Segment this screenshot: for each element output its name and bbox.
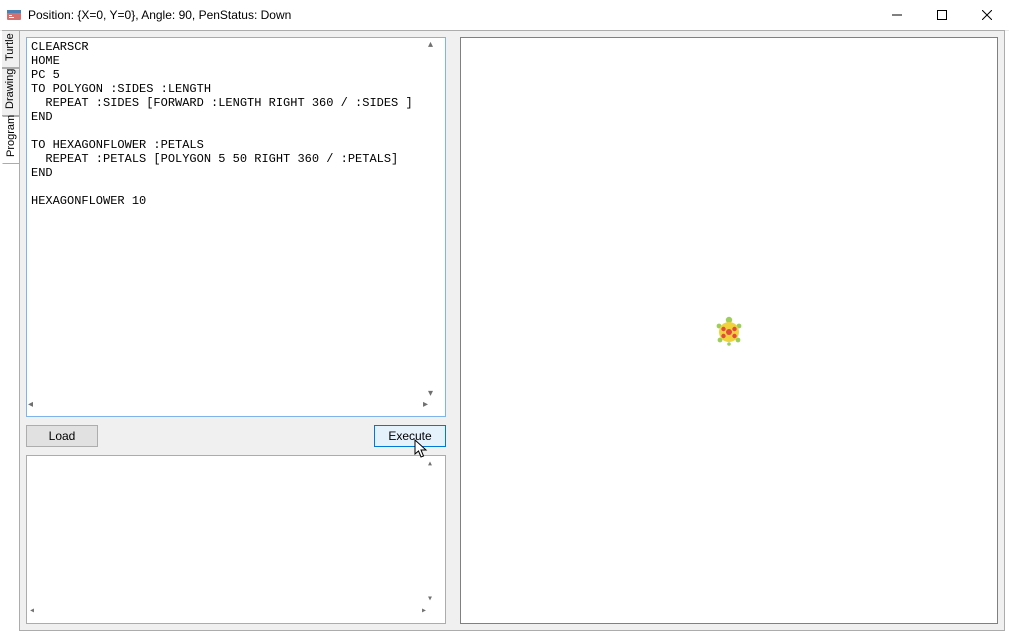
- code-editor[interactable]: [26, 37, 446, 417]
- output-console[interactable]: ▴ ▾ ◂ ▸: [26, 455, 446, 624]
- minimize-button[interactable]: [874, 0, 919, 30]
- execute-button[interactable]: Execute: [374, 425, 446, 447]
- tab-drawing[interactable]: Drawing: [2, 68, 20, 116]
- console-hscrollbar[interactable]: ◂ ▸: [29, 605, 427, 621]
- app-icon: [6, 7, 22, 23]
- program-panel: ▴ ▾ ◂ ▸ Load Execute ▴ ▾: [19, 30, 1005, 631]
- scroll-up-icon: ▴: [427, 458, 443, 470]
- left-pane: ▴ ▾ ◂ ▸ Load Execute ▴ ▾: [26, 37, 446, 624]
- close-button[interactable]: [964, 0, 1009, 30]
- code-editor-container: ▴ ▾ ◂ ▸: [26, 37, 446, 417]
- scroll-left-icon: ◂: [29, 605, 35, 621]
- scroll-down-icon: ▾: [427, 593, 443, 605]
- maximize-button[interactable]: [919, 0, 964, 30]
- console-vscrollbar[interactable]: ▴ ▾: [427, 458, 443, 605]
- titlebar: Position: {X=0, Y=0}, Angle: 90, PenStat…: [0, 0, 1009, 31]
- load-button[interactable]: Load: [26, 425, 98, 447]
- scroll-right-icon: ▸: [421, 605, 427, 621]
- window-title: Position: {X=0, Y=0}, Angle: 90, PenStat…: [28, 8, 874, 22]
- turtle-icon: [713, 315, 745, 347]
- tab-program[interactable]: Program: [2, 116, 20, 164]
- tab-turtle[interactable]: Turtle: [2, 30, 20, 68]
- drawing-canvas[interactable]: [460, 37, 998, 624]
- app-window: Position: {X=0, Y=0}, Angle: 90, PenStat…: [0, 0, 1009, 635]
- window-controls: [874, 0, 1009, 30]
- button-row: Load Execute: [26, 425, 446, 449]
- content-area: Turtle Drawing Program ▴ ▾ ◂ ▸: [0, 30, 1009, 635]
